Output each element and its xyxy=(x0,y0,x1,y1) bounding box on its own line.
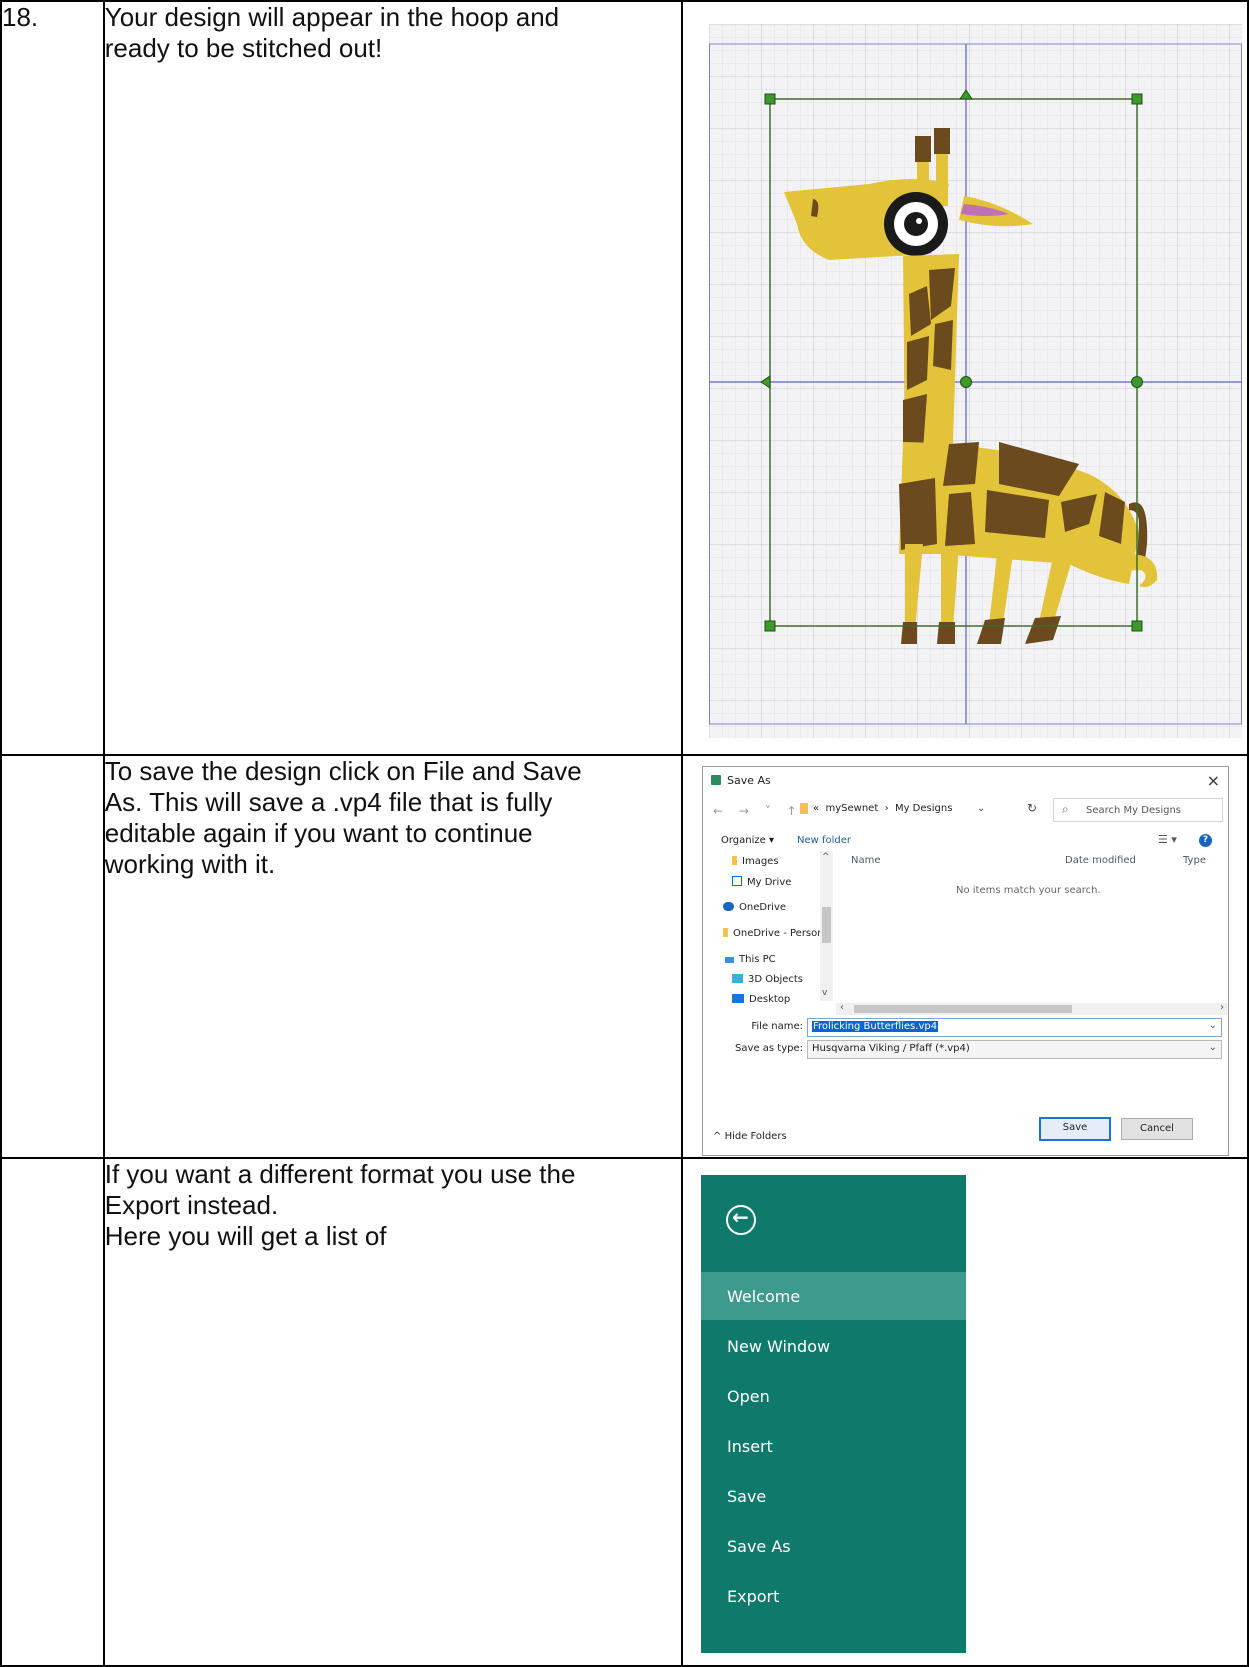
step-text: To save the design click on File and Sav… xyxy=(102,754,684,1159)
table-row: If you want a different format you use t… xyxy=(0,1157,1249,1667)
file-name-label: File name: xyxy=(751,1021,803,1032)
screenshot-cell: Save As × ← → ˅ ↑ « mySewnet › My Design… xyxy=(681,754,1249,1159)
nav-arrows-icon[interactable]: ← → ˅ ↑ xyxy=(713,804,803,818)
view-options-icon[interactable]: ☰ ▾ xyxy=(1158,833,1177,846)
folder-icon xyxy=(723,928,728,937)
address-bar[interactable]: « mySewnet › My Designs ⌄ xyxy=(797,798,1009,820)
scroll-down-icon[interactable]: v xyxy=(822,988,827,998)
search-input[interactable]: ⌕ Search My Designs xyxy=(1053,798,1223,822)
column-date-modified[interactable]: Date modified xyxy=(1065,855,1136,866)
cube-icon xyxy=(732,974,743,983)
resize-handle-top-left[interactable] xyxy=(764,93,776,105)
hoop-screenshot xyxy=(709,24,1242,738)
close-icon[interactable]: × xyxy=(1207,771,1220,790)
tree-item-images[interactable]: Images xyxy=(732,856,779,867)
scroll-left-icon[interactable]: ‹ xyxy=(840,1002,844,1013)
tree-item-this-pc[interactable]: This PC xyxy=(725,954,776,965)
resize-handle-bottom-right[interactable] xyxy=(1131,620,1143,632)
tree-item-3d-objects[interactable]: 3D Objects xyxy=(732,974,803,985)
save-type-select[interactable]: Husqvarna Viking / Pfaff (*.vp4) ⌄ xyxy=(807,1040,1222,1059)
menu-item-open[interactable]: Open xyxy=(701,1372,966,1420)
horizontal-scrollbar[interactable]: ‹ › xyxy=(836,1002,1228,1015)
tree-item-desktop[interactable]: Desktop xyxy=(732,994,790,1005)
instruction-table: 18. Your design will appear in the hoop … xyxy=(0,0,1249,1667)
dialog-titlebar: Save As × xyxy=(703,767,1228,795)
search-placeholder: Search My Designs xyxy=(1086,805,1181,816)
step-number xyxy=(0,1157,105,1667)
cloud-icon xyxy=(723,902,734,911)
table-row: To save the design click on File and Sav… xyxy=(0,754,1249,1159)
scroll-up-icon[interactable]: ^ xyxy=(822,852,830,862)
screenshot-cell: ← Welcome New Window Open Insert Save Sa… xyxy=(681,1157,1249,1667)
file-name-field[interactable]: Frolicking Butterflies.vp4 ⌄ xyxy=(807,1018,1222,1037)
help-icon[interactable]: ? xyxy=(1199,834,1212,847)
menu-item-save[interactable]: Save xyxy=(701,1472,966,1520)
empty-message: No items match your search. xyxy=(956,885,1101,896)
new-folder-button[interactable]: New folder xyxy=(797,835,851,846)
scroll-right-icon[interactable]: › xyxy=(1220,1002,1224,1013)
refresh-icon[interactable]: ↻ xyxy=(1027,801,1037,815)
hoop-canvas xyxy=(709,24,1242,738)
chevron-down-icon: ⌄ xyxy=(1208,1042,1217,1053)
step-text: If you want a different format you use t… xyxy=(102,1157,684,1667)
chevron-down-icon[interactable]: ⌄ xyxy=(977,803,985,814)
breadcrumb[interactable]: « mySewnet › My Designs xyxy=(813,803,952,814)
step-text: Your design will appear in the hoop and … xyxy=(102,0,684,756)
tree-scrollbar[interactable]: ^ v xyxy=(820,851,833,1001)
resize-handle-bottom-left[interactable] xyxy=(764,620,776,632)
file-menu: ← Welcome New Window Open Insert Save Sa… xyxy=(701,1175,966,1653)
back-arrow-icon[interactable]: ← xyxy=(726,1205,756,1235)
menu-item-welcome[interactable]: Welcome xyxy=(701,1272,966,1320)
resize-handle-top-right[interactable] xyxy=(1131,93,1143,105)
tree-item-onedrive-personal[interactable]: OneDrive - Person xyxy=(723,928,824,939)
column-type[interactable]: Type xyxy=(1183,855,1206,866)
save-button[interactable]: Save xyxy=(1039,1117,1111,1141)
menu-item-save-as[interactable]: Save As xyxy=(701,1522,966,1570)
menu-item-insert[interactable]: Insert xyxy=(701,1422,966,1470)
file-name-value[interactable]: Frolicking Butterflies.vp4 xyxy=(812,1021,939,1032)
file-list-header: Name Date modified Type xyxy=(836,851,1228,871)
step-number xyxy=(0,754,105,1159)
save-type-value: Husqvarna Viking / Pfaff (*.vp4) xyxy=(812,1043,970,1054)
table-row: 18. Your design will appear in the hoop … xyxy=(0,0,1249,756)
folder-icon xyxy=(800,803,808,814)
tree-item-onedrive[interactable]: OneDrive xyxy=(723,902,786,913)
app-icon xyxy=(711,775,721,785)
center-handle[interactable] xyxy=(960,376,972,388)
screenshot-cell xyxy=(681,0,1249,756)
desktop-icon xyxy=(732,994,744,1003)
dialog-title: Save As xyxy=(727,774,771,787)
drive-icon xyxy=(732,876,742,886)
menu-item-export[interactable]: Export xyxy=(701,1572,966,1620)
navigation-tree: Images My Drive OneDrive OneDrive - Pers… xyxy=(703,851,835,1005)
handle-right[interactable] xyxy=(1131,376,1143,388)
save-as-dialog: Save As × ← → ˅ ↑ « mySewnet › My Design… xyxy=(702,766,1229,1156)
organize-button[interactable]: Organize ▾ xyxy=(721,835,774,846)
step-number: 18. xyxy=(0,0,105,756)
hide-folders-toggle[interactable]: ^ Hide Folders xyxy=(713,1131,787,1142)
pc-icon xyxy=(725,957,734,963)
search-icon: ⌕ xyxy=(1062,802,1069,816)
tree-item-my-drive[interactable]: My Drive xyxy=(732,876,791,888)
chevron-down-icon[interactable]: ⌄ xyxy=(1209,1020,1217,1031)
column-name[interactable]: Name xyxy=(851,855,881,866)
save-type-label: Save as type: xyxy=(735,1043,803,1054)
scroll-thumb[interactable] xyxy=(854,1005,1072,1013)
menu-item-new-window[interactable]: New Window xyxy=(701,1322,966,1370)
cancel-button[interactable]: Cancel xyxy=(1121,1118,1193,1140)
grid xyxy=(709,24,1242,738)
scroll-thumb[interactable] xyxy=(822,907,831,943)
folder-icon xyxy=(732,856,737,865)
